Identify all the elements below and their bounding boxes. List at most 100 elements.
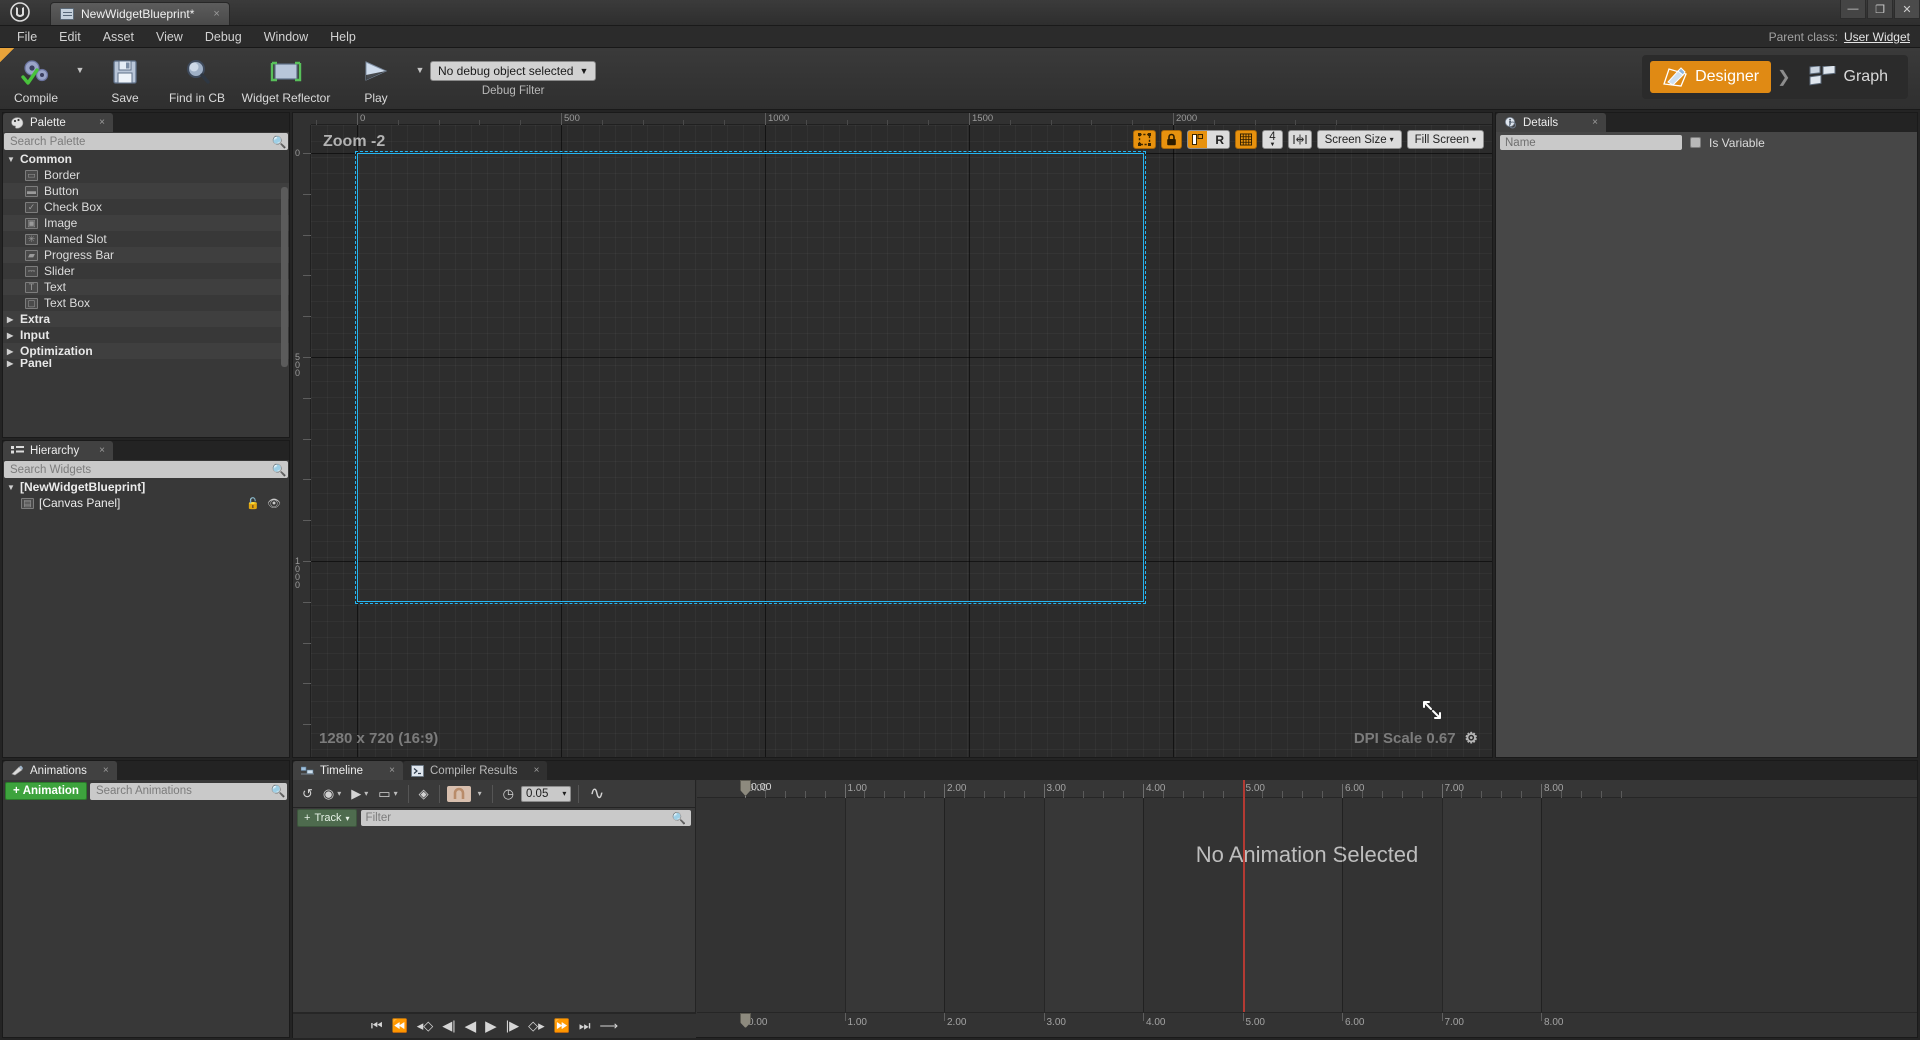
debug-object-select[interactable]: No debug object selected ▼ — [430, 61, 596, 81]
snap-mode-dropdown[interactable]: ▾ — [475, 787, 485, 800]
palette-tab-close-icon[interactable]: × — [89, 117, 105, 128]
add-track-button[interactable]: + Track ▾ — [297, 809, 357, 827]
resolution-orientation-toggle[interactable]: R — [1187, 130, 1230, 149]
chevron-down-icon[interactable]: ▼ — [7, 483, 15, 492]
hierarchy-search-row[interactable]: 🔍 — [4, 461, 288, 478]
play-button[interactable]: Play — [340, 48, 412, 110]
search-widgets-input[interactable] — [4, 464, 270, 476]
save-button[interactable]: Save — [89, 48, 161, 110]
fill-screen-select[interactable]: Fill Screen ▾ — [1407, 130, 1484, 149]
palette-item-slider[interactable]: ⎓ Slider — [3, 263, 289, 279]
timeline-end-marker[interactable] — [1243, 780, 1245, 1037]
menu-edit[interactable]: Edit — [48, 28, 92, 46]
palette-item-border[interactable]: ▭ Border — [3, 167, 289, 183]
timeline-playhead[interactable]: 0.00 — [745, 780, 746, 797]
palette-item-button[interactable]: ▬ Button — [3, 183, 289, 199]
key-options-button[interactable]: ◉ ▾ — [320, 784, 344, 804]
search-animations-input[interactable] — [90, 785, 269, 797]
menu-help[interactable]: Help — [319, 28, 367, 46]
menu-debug[interactable]: Debug — [194, 28, 253, 46]
details-tab-close-icon[interactable]: × — [1582, 117, 1598, 128]
timeline-bottom-scrub[interactable]: 0.001.002.003.004.005.006.007.008.00 — [697, 1012, 1917, 1037]
designer-viewport[interactable]: 0500100015002000 05001000 Zoom -2 — [292, 112, 1493, 758]
palette-item-image[interactable]: ▣ Image — [3, 215, 289, 231]
menu-file[interactable]: File — [6, 28, 48, 46]
palette-category-common[interactable]: ▼ Common — [3, 151, 289, 167]
compile-dropdown-caret-icon[interactable]: ▼ — [72, 48, 88, 110]
jump-to-start-button[interactable]: ⏮ — [371, 1018, 383, 1034]
next-key-button[interactable]: ◇▸ — [528, 1018, 545, 1034]
animations-tab-close-icon[interactable]: × — [93, 765, 109, 776]
timeline-sequence-area[interactable]: 0.001.002.003.004.005.006.007.008.000.00… — [697, 780, 1917, 1037]
jump-to-end-button[interactable]: ⏭ — [579, 1018, 591, 1034]
palette-item-check-box[interactable]: ✓ Check Box — [3, 199, 289, 215]
step-back-button[interactable]: ◀| — [442, 1018, 455, 1034]
palette-list[interactable]: ▼ Common ▭ Border ▬ Button ✓ Check Box ▣ — [3, 151, 289, 437]
animations-list[interactable] — [3, 804, 289, 1037]
design-surface[interactable] — [357, 153, 1144, 602]
tab-details[interactable]: Details × — [1496, 113, 1606, 132]
widget-reflector-button[interactable]: Widget Reflector — [233, 48, 339, 110]
play-forward-button[interactable]: ▶ — [485, 1017, 497, 1035]
time-snap-button[interactable]: ◷ — [500, 784, 517, 804]
play-reverse-button[interactable]: ◀ — [465, 1017, 477, 1035]
asset-tab-close-icon[interactable]: × — [213, 8, 219, 20]
close-button[interactable]: ✕ — [1894, 0, 1920, 19]
palette-item-named-slot[interactable]: ✳ Named Slot — [3, 231, 289, 247]
tab-animations[interactable]: Animations × — [3, 761, 117, 780]
playback-options-button[interactable]: ▶ ▾ — [348, 784, 371, 804]
search-palette-input[interactable] — [4, 136, 270, 148]
palette-item-text[interactable]: T Text — [3, 279, 289, 295]
fit-to-view-button[interactable] — [1288, 130, 1312, 149]
eye-icon[interactable]: 👁 — [267, 497, 281, 510]
palette-category-panel[interactable]: ▶ Panel — [3, 359, 289, 367]
step-forward-button[interactable]: |▶ — [506, 1018, 519, 1034]
palette-category-input[interactable]: ▶ Input — [3, 327, 289, 343]
compiler-results-tab-close-icon[interactable]: × — [524, 765, 540, 776]
timeline-grid[interactable]: No Animation Selected — [697, 798, 1917, 1012]
lock-icon[interactable]: 🔓 — [246, 497, 260, 510]
tree-row-root[interactable]: ▼ [NewWidgetBlueprint] — [3, 479, 289, 495]
undo-button[interactable]: ↺ — [299, 784, 316, 804]
lock-aspect-button[interactable] — [1161, 130, 1182, 149]
palette-category-optimization[interactable]: ▶ Optimization — [3, 343, 289, 359]
palette-category-extra[interactable]: ▶ Extra — [3, 311, 289, 327]
palette-scrollbar[interactable] — [281, 187, 288, 367]
palette-search-row[interactable]: 🔍 — [4, 133, 288, 150]
widget-name-input[interactable]: Name — [1500, 135, 1682, 150]
tab-designer[interactable]: Designer — [1650, 61, 1771, 93]
palette-item-progress-bar[interactable]: ▰ Progress Bar — [3, 247, 289, 263]
find-in-cb-button[interactable]: Find in CB — [161, 48, 233, 110]
asset-tab[interactable]: NewWidgetBlueprint* × — [50, 2, 230, 25]
loop-options-button[interactable]: ▭ ▾ — [375, 784, 400, 804]
add-animation-button[interactable]: + Animation — [5, 782, 87, 800]
animations-search-row[interactable]: 🔍 — [90, 783, 287, 800]
viewport-canvas[interactable]: Zoom -2 — [311, 125, 1492, 757]
step-forward-frames-button[interactable]: ⏩ — [554, 1018, 570, 1034]
previous-key-button[interactable]: ◂◇ — [417, 1018, 434, 1034]
palette-item-text-box[interactable]: ▢ Text Box — [3, 295, 289, 311]
timeline-ruler[interactable]: 0.001.002.003.004.005.006.007.008.000.00 — [697, 780, 1917, 798]
hierarchy-tree[interactable]: ▼ [NewWidgetBlueprint] ▤ [Canvas Panel] … — [3, 479, 289, 757]
grid-snap-button[interactable] — [1235, 130, 1257, 149]
menu-view[interactable]: View — [145, 28, 194, 46]
grid-size-stepper[interactable]: 4 ▼ — [1262, 130, 1282, 149]
portrait-icon[interactable] — [1188, 131, 1207, 148]
time-step-select[interactable]: 0.05 ▾ — [521, 786, 571, 802]
hierarchy-tab-close-icon[interactable]: × — [89, 445, 105, 456]
minimize-button[interactable]: — — [1840, 0, 1866, 19]
parent-class-link[interactable]: User Widget — [1844, 30, 1910, 44]
timeline-filter-input[interactable]: Filter 🔍 — [361, 810, 691, 826]
loop-mode-button[interactable]: ⟶ — [600, 1018, 619, 1034]
outline-toggle-button[interactable] — [1133, 130, 1156, 149]
screen-size-select[interactable]: Screen Size ▾ — [1317, 130, 1402, 149]
snap-toggle-button[interactable]: ◈ — [416, 784, 432, 804]
r-toggle-label[interactable]: R — [1210, 131, 1229, 148]
tree-row-canvas-panel[interactable]: ▤ [Canvas Panel] 🔓 👁 — [3, 495, 289, 511]
snap-mode-button[interactable] — [447, 786, 471, 802]
tab-timeline[interactable]: Timeline × — [293, 761, 403, 780]
maximize-button[interactable]: ❐ — [1867, 0, 1893, 19]
play-dropdown-caret-icon[interactable]: ▼ — [412, 48, 428, 110]
menu-asset[interactable]: Asset — [92, 28, 145, 46]
tab-palette[interactable]: Palette × — [3, 113, 113, 132]
